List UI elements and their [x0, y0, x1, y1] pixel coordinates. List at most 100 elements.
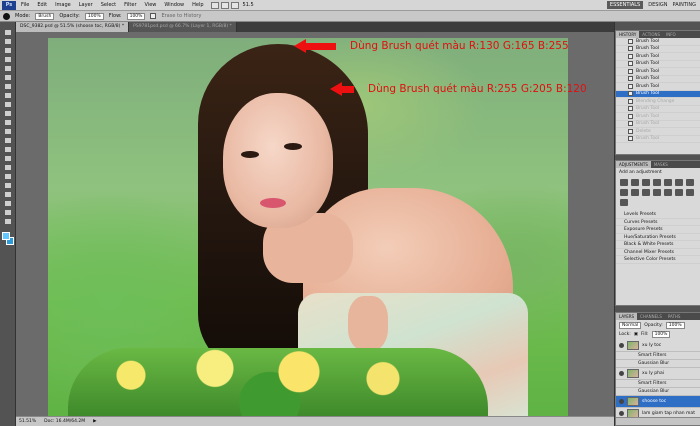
menu-view[interactable]: View: [144, 2, 158, 8]
type-tool-icon[interactable]: [2, 163, 13, 172]
tab-history[interactable]: HISTORY: [616, 31, 640, 38]
channel-mixer-icon[interactable]: [642, 189, 650, 196]
preset-item[interactable]: Black & White Presets: [616, 241, 700, 249]
opacity-field[interactable]: 100%: [84, 12, 104, 20]
history-item[interactable]: Brush Tool: [616, 90, 700, 98]
history-item[interactable]: Brush Tool: [616, 83, 700, 91]
lasso-tool-icon[interactable]: [2, 46, 13, 55]
preset-item[interactable]: Hue/Saturation Presets: [616, 234, 700, 241]
brush-tool-icon[interactable]: [2, 91, 13, 100]
menu-select[interactable]: Select: [100, 2, 117, 8]
vibrance-icon[interactable]: [664, 179, 672, 186]
workspace-painting[interactable]: PAINTING: [673, 2, 696, 8]
history-item[interactable]: Brush Tool: [616, 68, 700, 76]
foreground-color-swatch[interactable]: [2, 232, 10, 240]
curves-icon[interactable]: [642, 179, 650, 186]
threshold-icon[interactable]: [675, 189, 683, 196]
3d-camera-tool-icon[interactable]: [2, 199, 13, 208]
blur-tool-icon[interactable]: [2, 136, 13, 145]
launch-minibridge-icon[interactable]: [220, 1, 229, 9]
layer-effect-row[interactable]: Gaussian Blur: [616, 360, 700, 368]
history-item[interactable]: Brush Tool: [616, 136, 700, 143]
visibility-eye-icon[interactable]: [619, 411, 624, 416]
fill-field[interactable]: 100%: [651, 331, 671, 338]
launch-bridge-icon[interactable]: [210, 1, 219, 9]
history-item[interactable]: Blending Change: [616, 98, 700, 106]
history-item[interactable]: Brush Tool: [616, 61, 700, 68]
hue-saturation-icon[interactable]: [675, 179, 683, 186]
clone-tool-icon[interactable]: [2, 100, 13, 109]
layer-row[interactable]: shoose toc: [616, 396, 700, 408]
dodge-tool-icon[interactable]: [2, 145, 13, 154]
mode-select[interactable]: Brush: [35, 12, 55, 20]
tab-masks[interactable]: MASKS: [651, 161, 671, 168]
move-tool-icon[interactable]: [2, 28, 13, 37]
document-tab-active[interactable]: DSC_9382.psd @ 51.5% (shoose toc, RGB/8)…: [16, 22, 130, 32]
exposure-icon[interactable]: [653, 179, 661, 186]
eraser-tool-icon[interactable]: [2, 118, 13, 127]
3d-rotate-tool-icon[interactable]: [2, 190, 13, 199]
preset-item[interactable]: Exposure Presets: [616, 226, 700, 234]
layer-effect-row[interactable]: Smart Filters: [616, 380, 700, 388]
black-white-icon[interactable]: [620, 189, 628, 196]
layers-footer-toolbar[interactable]: [616, 417, 700, 425]
tab-adjustments[interactable]: ADJUSTMENTS: [616, 161, 651, 168]
layer-effect-row[interactable]: Smart Filters: [616, 352, 700, 360]
workspace-design[interactable]: DESIGN: [648, 2, 667, 8]
tab-channels[interactable]: CHANNELS: [637, 313, 665, 320]
flow-field[interactable]: 100%: [126, 12, 146, 20]
history-item[interactable]: Brush Tool: [616, 46, 700, 53]
visibility-eye-icon[interactable]: [619, 371, 624, 376]
visibility-eye-icon[interactable]: [619, 343, 624, 348]
shape-tool-icon[interactable]: [2, 181, 13, 190]
layer-row[interactable]: xu ly phai: [616, 368, 700, 380]
eyedropper-tool-icon[interactable]: [2, 73, 13, 82]
gradient-map-icon[interactable]: [686, 189, 694, 196]
view-extras-icon[interactable]: [230, 1, 239, 9]
history-item[interactable]: Brush Tool: [616, 38, 700, 46]
gradient-tool-icon[interactable]: [2, 127, 13, 136]
menu-layer[interactable]: Layer: [78, 2, 94, 8]
history-item[interactable]: Brush Tool: [616, 121, 700, 128]
color-balance-icon[interactable]: [686, 179, 694, 186]
history-item[interactable]: Brush Tool: [616, 76, 700, 83]
preset-item[interactable]: Channel Mixer Presets: [616, 249, 700, 256]
workspace-essentials[interactable]: ESSENTIALS: [606, 1, 644, 9]
marquee-tool-icon[interactable]: [2, 37, 13, 46]
history-item[interactable]: Brush Tool: [616, 53, 700, 61]
posterize-icon[interactable]: [664, 189, 672, 196]
zoom-tool-icon[interactable]: [2, 217, 13, 226]
zoom-level-menu[interactable]: 51.5: [243, 2, 254, 8]
menu-help[interactable]: Help: [191, 2, 204, 8]
healing-tool-icon[interactable]: [2, 82, 13, 91]
hand-tool-icon[interactable]: [2, 208, 13, 217]
pen-tool-icon[interactable]: [2, 154, 13, 163]
history-item[interactable]: Brush Tool: [616, 113, 700, 121]
visibility-eye-icon[interactable]: [619, 399, 624, 404]
document-tab-inactive[interactable]: PS9781psd.psd @ 66.7% (Layer 1, RGB/8) *: [129, 22, 237, 32]
selective-color-icon[interactable]: [620, 199, 628, 206]
lock-icon[interactable]: ▣: [634, 332, 638, 337]
brush-preset-icon[interactable]: [3, 12, 10, 20]
layer-row[interactable]: xu ly toc: [616, 340, 700, 352]
history-brush-tool-icon[interactable]: [2, 109, 13, 118]
levels-icon[interactable]: [631, 179, 639, 186]
crop-tool-icon[interactable]: [2, 64, 13, 73]
tab-actions[interactable]: ACTIONS: [639, 31, 663, 38]
tab-paths[interactable]: PATHS: [665, 313, 684, 320]
tab-info[interactable]: INFO: [663, 31, 679, 38]
path-select-tool-icon[interactable]: [2, 172, 13, 181]
invert-icon[interactable]: [653, 189, 661, 196]
tab-layers[interactable]: LAYERS: [616, 313, 638, 320]
erase-history-checkbox[interactable]: [150, 13, 157, 19]
menu-window[interactable]: Window: [163, 2, 185, 8]
blend-mode-select[interactable]: Normal: [619, 322, 642, 329]
canvas-area[interactable]: Dùng Brush quét màu R:130 G:165 B:255 Dù…: [16, 32, 614, 416]
preset-item[interactable]: Selective Color Presets: [616, 256, 700, 264]
preset-item[interactable]: Levels Presets: [616, 211, 700, 219]
brightness-icon[interactable]: [620, 179, 628, 186]
status-zoom[interactable]: 51.51%: [19, 419, 36, 424]
menu-edit[interactable]: Edit: [36, 2, 48, 8]
menu-file[interactable]: File: [20, 2, 30, 8]
preset-item[interactable]: Curves Presets: [616, 219, 700, 226]
